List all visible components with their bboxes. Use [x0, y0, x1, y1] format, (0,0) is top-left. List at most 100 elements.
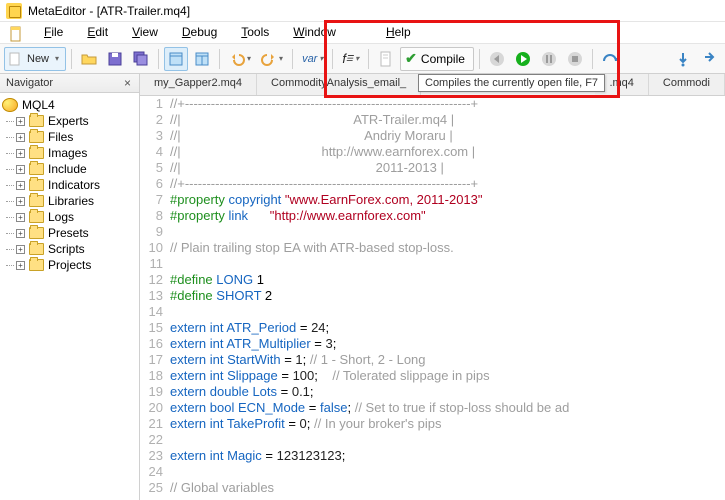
folder-icon [29, 147, 44, 159]
expander-icon[interactable]: + [16, 261, 25, 270]
fx-button[interactable]: f☰▾ [338, 47, 363, 71]
step-back-button[interactable] [485, 47, 509, 71]
run-button[interactable] [511, 47, 535, 71]
code-line[interactable]: 6//+------------------------------------… [140, 176, 725, 192]
tree-item-experts[interactable]: +Experts [2, 113, 137, 129]
window-title: MetaEditor - [ATR-Trailer.mq4] [28, 4, 190, 18]
toolbar: New ▾ ▾ ▾ var▾ f☰▾ ✔ Compile [0, 44, 725, 74]
code-line[interactable]: 15extern int ATR_Period = 24; [140, 320, 725, 336]
step-out-button[interactable] [697, 47, 721, 71]
menu-file[interactable]: File [32, 22, 75, 43]
folder-icon [29, 163, 44, 175]
menu-tools[interactable]: Tools [229, 22, 281, 43]
tree-item-include[interactable]: +Include [2, 161, 137, 177]
save-all-button[interactable] [129, 47, 153, 71]
title-bar: MetaEditor - [ATR-Trailer.mq4] [0, 0, 725, 22]
code-line[interactable]: 24 [140, 464, 725, 480]
pause-icon [541, 51, 557, 67]
code-line[interactable]: 8#property link "http://www.earnforex.co… [140, 208, 725, 224]
code-line[interactable]: 16extern int ATR_Multiplier = 3; [140, 336, 725, 352]
menu-debug[interactable]: Debug [170, 22, 229, 43]
folder-icon [29, 227, 44, 239]
code-line[interactable]: 20extern bool ECN_Mode = false; // Set t… [140, 400, 725, 416]
expander-icon[interactable]: + [16, 165, 25, 174]
tree-root[interactable]: MQL4 [2, 97, 137, 113]
undo-button[interactable]: ▾ [225, 47, 255, 71]
expander-icon[interactable]: + [16, 133, 25, 142]
expander-icon[interactable]: + [16, 245, 25, 254]
expander-icon[interactable]: + [16, 197, 25, 206]
navigator-close[interactable]: × [122, 76, 133, 90]
save-button[interactable] [103, 47, 127, 71]
expander-icon[interactable]: + [16, 117, 25, 126]
folder-icon [29, 259, 44, 271]
expander-icon[interactable]: + [16, 229, 25, 238]
expander-icon[interactable]: + [16, 181, 25, 190]
step-back-icon [489, 51, 505, 67]
step-over-button[interactable] [598, 47, 622, 71]
doc-button[interactable] [374, 47, 398, 71]
stop-icon [567, 51, 583, 67]
chevron-down-icon: ▾ [55, 54, 59, 63]
menu-window[interactable]: Window [281, 22, 348, 43]
code-line[interactable]: 1//+------------------------------------… [140, 96, 725, 112]
open-button[interactable] [77, 47, 101, 71]
tree-item-logs[interactable]: +Logs [2, 209, 137, 225]
redo-button[interactable]: ▾ [257, 47, 287, 71]
file-tab[interactable]: Commodi [649, 74, 725, 95]
code-line[interactable]: 4//| http://www.earnforex.com | [140, 144, 725, 160]
document-icon [378, 51, 394, 67]
code-line[interactable]: 3//| Andriy Moraru | [140, 128, 725, 144]
file-tab[interactable]: my_Gapper2.mq4 [140, 74, 257, 95]
layout-button[interactable] [190, 47, 214, 71]
code-line[interactable]: 5//| 2011-2013 | [140, 160, 725, 176]
code-line[interactable]: 18extern int Slippage = 100; // Tolerate… [140, 368, 725, 384]
navigator-panel: Navigator × MQL4 +Experts+Files+Images+I… [0, 74, 140, 500]
tree-item-files[interactable]: +Files [2, 129, 137, 145]
menu-view[interactable]: View [120, 22, 170, 43]
tree-item-scripts[interactable]: +Scripts [2, 241, 137, 257]
tree-item-indicators[interactable]: +Indicators [2, 177, 137, 193]
var-button[interactable]: var▾ [298, 47, 327, 71]
new-button[interactable]: New ▾ [4, 47, 66, 71]
code-line[interactable]: 11 [140, 256, 725, 272]
code-line[interactable]: 9 [140, 224, 725, 240]
code-line[interactable]: 19extern double Lots = 0.1; [140, 384, 725, 400]
expander-icon[interactable]: + [16, 149, 25, 158]
compile-button[interactable]: ✔ Compile [400, 47, 474, 71]
app-button[interactable] [4, 22, 28, 46]
code-line[interactable]: 13#define SHORT 2 [140, 288, 725, 304]
code-line[interactable]: 2//| ATR-Trailer.mq4 | [140, 112, 725, 128]
menu-edit[interactable]: Edit [75, 22, 120, 43]
code-line[interactable]: 10// Plain trailing stop EA with ATR-bas… [140, 240, 725, 256]
code-line[interactable]: 12#define LONG 1 [140, 272, 725, 288]
code-line[interactable]: 23extern int Magic = 123123123; [140, 448, 725, 464]
code-line[interactable]: 14 [140, 304, 725, 320]
code-line[interactable]: 22 [140, 432, 725, 448]
tree-item-presets[interactable]: +Presets [2, 225, 137, 241]
stop-button[interactable] [563, 47, 587, 71]
folder-icon [29, 243, 44, 255]
layout-icon [194, 51, 210, 67]
file-tab[interactable]: CommodityAnalysis_email_ [257, 74, 421, 95]
new-file-icon [7, 51, 23, 67]
code-line[interactable]: 7#property copyright "www.EarnForex.com,… [140, 192, 725, 208]
code-line[interactable]: 17extern int StartWith = 1; // 1 - Short… [140, 352, 725, 368]
save-all-icon [133, 51, 149, 67]
tree-item-projects[interactable]: +Projects [2, 257, 137, 273]
navigator-tree: MQL4 +Experts+Files+Images+Include+Indic… [0, 93, 139, 277]
menu-help[interactable]: Help [374, 22, 423, 43]
code-line[interactable]: 25// Global variables [140, 480, 725, 496]
pause-button[interactable] [537, 47, 561, 71]
tree-item-images[interactable]: +Images [2, 145, 137, 161]
cut-button[interactable] [164, 47, 188, 71]
expander-icon[interactable]: + [16, 213, 25, 222]
step-into-button[interactable] [671, 47, 695, 71]
tree-item-libraries[interactable]: +Libraries [2, 193, 137, 209]
menu-bar: File Edit View Debug Tools Window Help [0, 22, 725, 44]
save-icon [107, 51, 123, 67]
code-editor[interactable]: 1//+------------------------------------… [140, 96, 725, 500]
folder-icon [29, 115, 44, 127]
code-line[interactable]: 21extern int TakeProfit = 0; // In your … [140, 416, 725, 432]
undo-icon [229, 51, 245, 67]
